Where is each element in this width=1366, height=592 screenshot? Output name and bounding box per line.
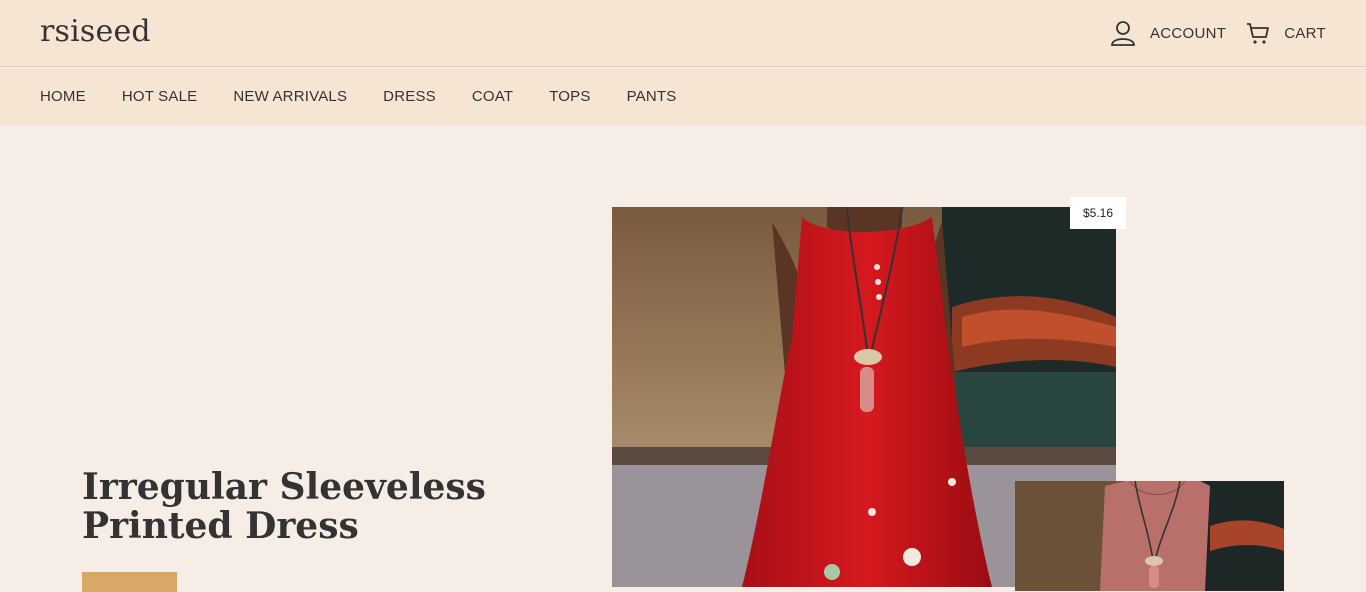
hero-title-line-1: Irregular Sleeveless [82,466,486,508]
header-actions: ACCOUNT CART [1090,20,1326,46]
hero-title-line-2: Printed Dress [82,505,359,547]
cart-button[interactable]: CART [1246,21,1326,45]
pink-dress-photo [1015,481,1284,591]
account-label: ACCOUNT [1149,24,1227,42]
cart-label: CART [1284,24,1326,42]
nav-coat[interactable]: COAT [472,88,513,105]
user-icon [1111,21,1135,46]
nav-new-arrivals[interactable]: NEW ARRIVALS [233,88,347,105]
nav-pants[interactable]: PANTS [627,88,677,105]
site-logo[interactable]: rsiseed [40,14,151,49]
product-secondary-image[interactable] [1015,481,1284,591]
nav-home[interactable]: HOME [40,88,86,105]
nav-hot-sale[interactable]: HOT SALE [122,88,198,105]
cart-icon [1247,23,1270,44]
nav-tops[interactable]: TOPS [549,88,590,105]
hero-title: Irregular Sleeveless Printed Dress [82,468,502,546]
top-header: rsiseed ACCOUNT CART [0,0,1366,67]
nav-dress[interactable]: DRESS [383,88,436,105]
account-button[interactable]: ACCOUNT [1110,20,1226,46]
main-nav: HOME HOT SALE NEW ARRIVALS DRESS COAT TO… [0,68,1366,125]
price-badge: $5.16 [1070,197,1126,229]
shop-now-button[interactable] [82,572,177,592]
